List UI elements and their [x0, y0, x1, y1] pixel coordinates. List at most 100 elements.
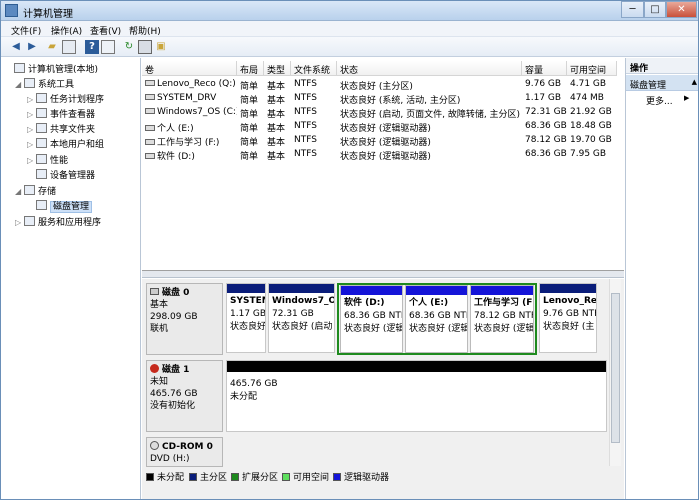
disk-warning-icon — [150, 364, 159, 373]
computer-management-window: 计算机管理 ─ □ ✕ 文件(F) 操作(A) 查看(V) 帮助(H) ◀ ▶ … — [0, 0, 699, 500]
volume-icon — [145, 80, 155, 86]
extended-partition[interactable]: 软件 (D:) 68.36 GB NTF 状态良好 (逻辑 个人 (E:) 68.36… — [337, 283, 537, 355]
title-bar: 计算机管理 ─ □ ✕ — [1, 1, 698, 21]
menu-bar: 文件(F) 操作(A) 查看(V) 帮助(H) — [1, 21, 698, 37]
expand-arrow-icon[interactable]: ▷ — [27, 140, 36, 149]
back-arrow-icon[interactable]: ◀ — [9, 40, 23, 54]
collapse-arrow-icon[interactable]: ◢ — [15, 187, 24, 196]
tree-item-services-apps[interactable]: ▷ 服务和应用程序 — [15, 215, 101, 229]
forward-arrow-icon[interactable]: ▶ — [25, 40, 39, 54]
cdrom-0-label[interactable]: CD-ROM 0 DVD (H:) — [146, 437, 223, 467]
expand-arrow-icon[interactable]: ▷ — [27, 125, 36, 134]
column-header-volume[interactable]: 卷 — [142, 61, 237, 76]
collapse-arrow-icon[interactable]: ◢ — [15, 80, 24, 89]
tree-item-event-viewer[interactable]: ▷ 事件查看器 — [27, 107, 95, 121]
expand-arrow-icon[interactable]: ▷ — [27, 95, 36, 104]
window-title: 计算机管理 — [23, 9, 73, 20]
pane-splitter[interactable] — [142, 271, 624, 278]
maximize-button[interactable]: □ — [644, 1, 666, 18]
actions-pane: 操作 磁盘管理 ▲ 更多... ▶ — [625, 58, 698, 499]
column-header-filesystem[interactable]: 文件系统 — [291, 61, 337, 76]
up-folder-icon[interactable]: ▰ — [45, 40, 59, 54]
expand-arrow-icon[interactable]: ▷ — [15, 218, 24, 227]
show-hide-tree-icon[interactable] — [62, 40, 76, 54]
cdrom-icon — [150, 441, 159, 450]
disk-icon — [36, 200, 47, 210]
column-header-free-space[interactable]: 可用空间 — [567, 61, 617, 76]
help-book-icon[interactable]: ▣ — [154, 40, 168, 54]
tree-item-disk-management[interactable]: 磁盘管理 — [27, 199, 93, 213]
submenu-arrow-icon: ▶ — [684, 94, 690, 102]
graph-scrollbar[interactable] — [609, 279, 621, 466]
computer-management-icon — [5, 4, 18, 17]
close-button[interactable]: ✕ — [666, 1, 697, 18]
disk-0-partitions: SYSTEM1.17 GB状态良好 Windows7_OS72.31 GB状态良… — [226, 283, 620, 355]
minimize-button[interactable]: ─ — [621, 1, 644, 18]
partition-windows7-os[interactable]: Windows7_OS72.31 GB状态良好 (启动 — [268, 283, 335, 353]
storage-icon — [24, 185, 35, 195]
legend-item: 扩展分区 — [231, 470, 278, 483]
menu-help[interactable]: 帮助(H) — [129, 24, 161, 37]
tools-icon — [24, 78, 35, 88]
toolbar: ◀ ▶ ▰ ? ↻ ▣ — [1, 37, 698, 57]
actions-more[interactable]: 更多... ▶ — [646, 94, 689, 107]
tree-item-device-manager[interactable]: 设备管理器 — [27, 168, 95, 182]
table-row[interactable]: SYSTEM_DRV 简单 基本 NTFS 状态良好 (系统, 活动, 主分区)… — [142, 91, 624, 106]
column-header-capacity[interactable]: 容量 — [522, 61, 567, 76]
column-header-type[interactable]: 类型 — [264, 61, 291, 76]
volume-list: 卷 布局 类型 文件系统 状态 容量 可用空间 Lenovo_Reco (Q:)… — [142, 58, 624, 271]
services-icon — [24, 216, 35, 226]
volume-icon — [145, 108, 155, 114]
refresh-icon[interactable]: ↻ — [122, 40, 136, 54]
table-row[interactable]: Windows7_OS (C:) 简单 基本 NTFS 状态良好 (启动, 页面… — [142, 105, 624, 120]
event-icon — [36, 108, 47, 118]
device-icon — [36, 169, 47, 179]
table-row[interactable]: 个人 (E:) 简单 基本 NTFS 状态良好 (逻辑驱动器) 68.36 GB… — [142, 119, 624, 134]
scrollbar-thumb[interactable] — [611, 293, 620, 443]
partition-system-drv[interactable]: SYSTEM1.17 GB状态良好 — [226, 283, 266, 353]
tree-item-local-users[interactable]: ▷ 本地用户和组 — [27, 137, 104, 151]
partition-personal-e[interactable]: 个人 (E:) 68.36 GB NTF 状态良好 (逻辑 — [405, 285, 468, 353]
menu-action[interactable]: 操作(A) — [51, 24, 82, 37]
disk-icon — [150, 288, 159, 295]
table-row[interactable]: 软件 (D:) 简单 基本 NTFS 状态良好 (逻辑驱动器) 68.36 GB… — [142, 147, 624, 162]
users-icon — [36, 138, 47, 148]
tree-item-system-tools[interactable]: ◢ 系统工具 — [15, 77, 74, 91]
volume-icon — [145, 153, 155, 159]
disk-management-pane: 卷 布局 类型 文件系统 状态 容量 可用空间 Lenovo_Reco (Q:)… — [142, 58, 624, 499]
tree-item-task-scheduler[interactable]: ▷ 任务计划程序 — [27, 92, 104, 106]
export-icon[interactable] — [138, 40, 152, 54]
partition-unallocated[interactable]: 465.76 GB 未分配 — [226, 360, 607, 432]
tree-item-shared-folders[interactable]: ▷ 共享文件夹 — [27, 122, 95, 136]
help-icon[interactable]: ? — [85, 40, 99, 54]
column-header-status[interactable]: 状态 — [337, 61, 522, 76]
tree-item-computer-management[interactable]: 计算机管理(本地) — [5, 62, 98, 76]
performance-icon — [36, 154, 47, 164]
table-row[interactable]: 工作与学习 (F:) 简单 基本 NTFS 状态良好 (逻辑驱动器) 78.12… — [142, 133, 624, 148]
menu-view[interactable]: 查看(V) — [90, 24, 121, 37]
computer-icon — [14, 63, 25, 73]
tree-item-performance[interactable]: ▷ 性能 — [27, 153, 68, 167]
collapse-arrow-icon[interactable]: ▲ — [692, 78, 697, 86]
navigation-tree: 计算机管理(本地) ◢ 系统工具 ▷ 任务计划程序 ▷ 事件查看器 ▷ 共享文件夹 ▷ 本… — [1, 58, 141, 499]
actions-section-disk-management[interactable]: 磁盘管理 ▲ — [626, 75, 698, 91]
expand-arrow-icon[interactable]: ▷ — [27, 110, 36, 119]
legend: 未分配 主分区 扩展分区 可用空间 逻辑驱动器 — [142, 468, 624, 483]
tree-item-storage[interactable]: ◢ 存储 — [15, 184, 56, 198]
disk-1-label[interactable]: 磁盘 1 未知 465.76 GB 没有初始化 — [146, 360, 223, 432]
partition-lenovo-reco[interactable]: Lenovo_Re 9.76 GB NTF 状态良好 (主 — [539, 283, 597, 353]
disk-0-label[interactable]: 磁盘 0 基本 298.09 GB 联机 — [146, 283, 223, 355]
partition-work-study-f[interactable]: 工作与学习 (F 78.12 GB NTF 状态良好 (逻辑 — [470, 285, 534, 353]
partition-software-d[interactable]: 软件 (D:) 68.36 GB NTF 状态良好 (逻辑 — [340, 285, 403, 353]
volume-icon — [145, 94, 155, 100]
actions-header: 操作 — [626, 58, 698, 74]
expand-arrow-icon[interactable]: ▷ — [27, 156, 36, 165]
volume-icon — [145, 125, 155, 131]
column-header-layout[interactable]: 布局 — [237, 61, 264, 76]
legend-item: 未分配 — [146, 470, 184, 483]
legend-item: 可用空间 — [282, 470, 329, 483]
properties-icon[interactable] — [101, 40, 115, 54]
disk-graphical-view: 磁盘 0 基本 298.09 GB 联机 SYSTEM1.17 GB状态良好 W… — [142, 279, 624, 499]
table-row[interactable]: Lenovo_Reco (Q:) 简单 基本 NTFS 状态良好 (主分区) 9… — [142, 77, 624, 92]
menu-file[interactable]: 文件(F) — [11, 24, 41, 37]
